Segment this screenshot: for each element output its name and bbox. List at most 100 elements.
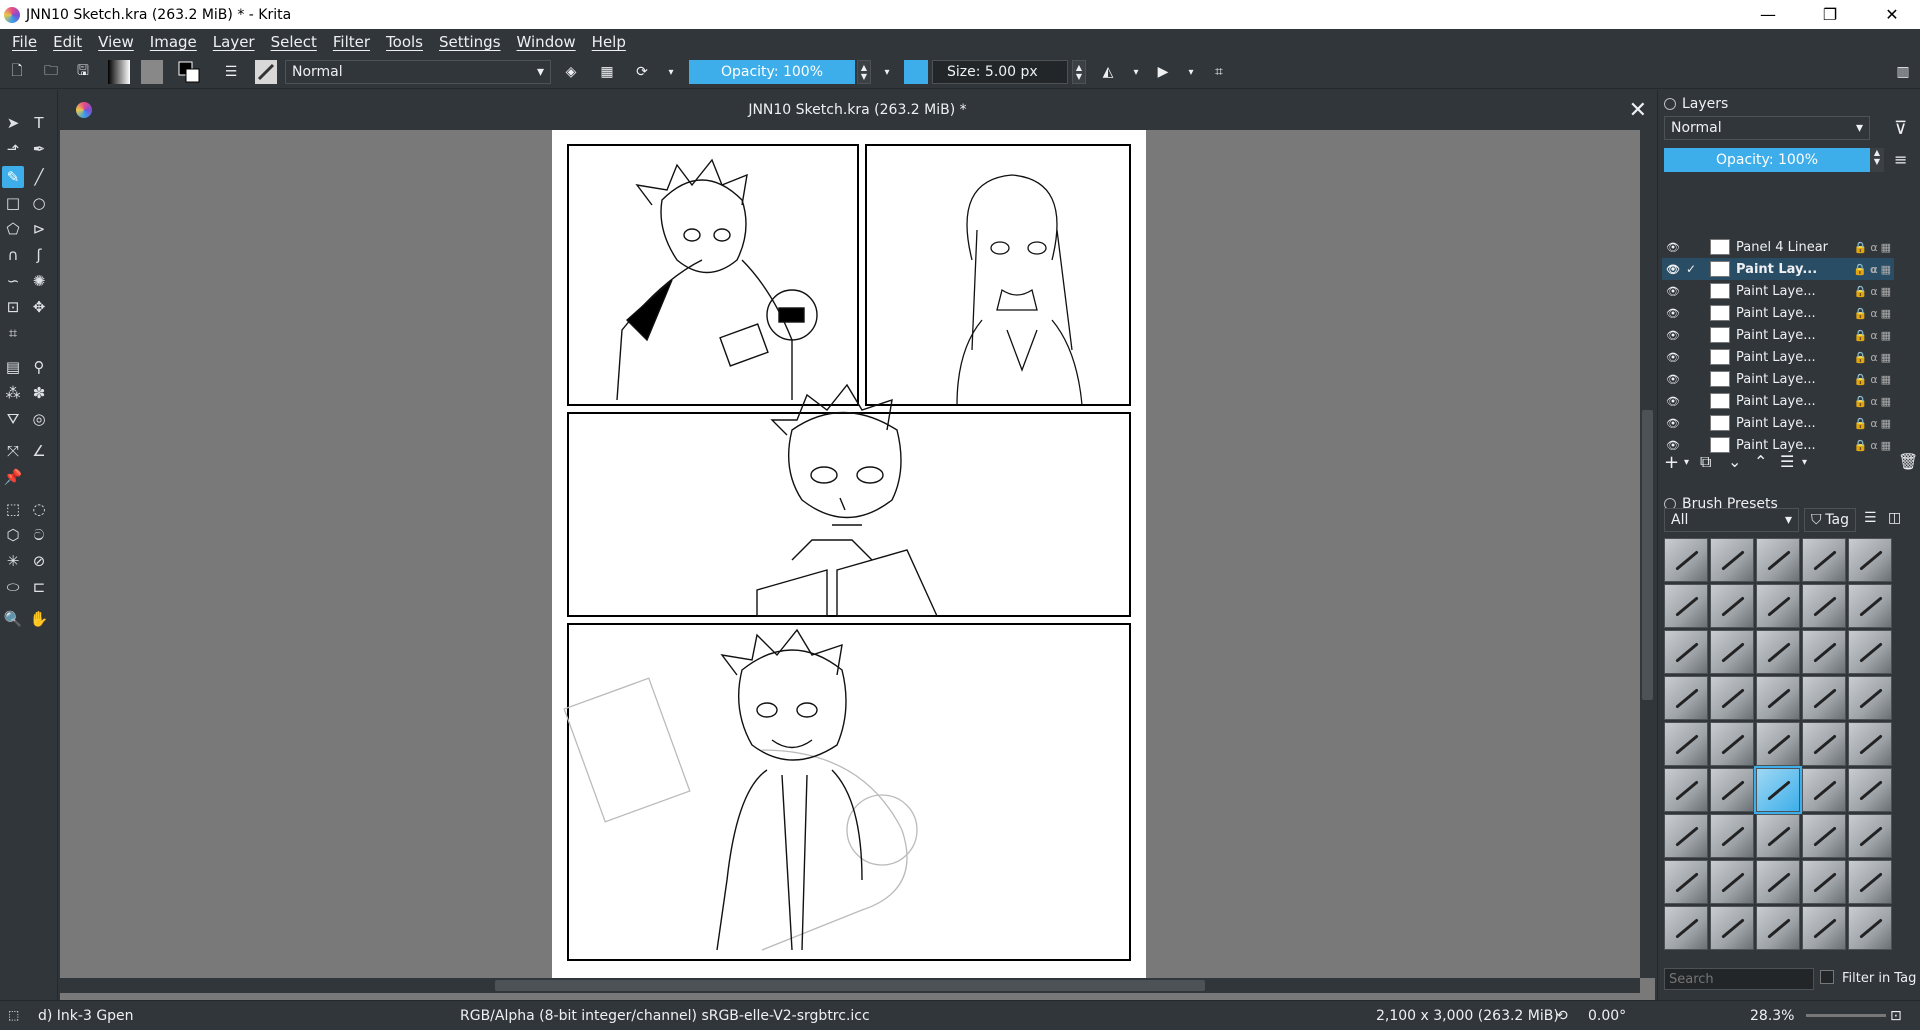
visibility-eye-icon[interactable]: 👁	[1666, 373, 1682, 386]
rotation-icon[interactable]: ⟲	[1556, 1008, 1568, 1024]
layer-properties-icons[interactable]: 🔒α▦	[1854, 373, 1894, 386]
workspace-icon[interactable]: ▥	[1892, 60, 1914, 84]
reload-icon[interactable]: ⟳	[631, 60, 653, 84]
contiguous-selection-tool-icon[interactable]: ✳	[2, 550, 24, 572]
brush-preset-item[interactable]	[1710, 722, 1754, 766]
layer-properties-icons[interactable]: 🔒α▦	[1854, 439, 1894, 452]
pan-tool-icon[interactable]: ✋	[28, 608, 50, 630]
layer-properties-icons[interactable]: 🔒α▦	[1854, 351, 1894, 364]
measure-tool-icon[interactable]: ∠	[28, 440, 50, 462]
filter-icon[interactable]: ⊽	[1894, 118, 1907, 139]
layer-row[interactable]: 👁 Paint Laye... 🔒α▦	[1662, 302, 1894, 324]
brush-preset-item[interactable]	[1710, 630, 1754, 674]
current-brush-name[interactable]: d) Ink-3 Gpen	[38, 1008, 134, 1024]
brush-preset-item[interactable]	[1802, 538, 1846, 582]
brush-preset-item[interactable]	[1802, 768, 1846, 812]
chevron-down-icon[interactable]: ▾	[876, 60, 898, 84]
layer-row[interactable]: 👁 ✓ Paint Lay... 🔒α▦	[1662, 258, 1894, 280]
selection-icon[interactable]: ⬚	[8, 1008, 19, 1022]
brush-preset-item[interactable]	[1848, 768, 1892, 812]
freehand-brush-tool-icon[interactable]: ✎	[2, 166, 24, 188]
brush-preset-item[interactable]	[1756, 538, 1800, 582]
polyline-tool-icon[interactable]: ⊳	[28, 218, 50, 240]
list-view-icon[interactable]: ☰	[1864, 510, 1877, 526]
layer-row[interactable]: 👁 Paint Laye... 🔒α▦	[1662, 324, 1894, 346]
multibrush-tool-icon[interactable]: ✺	[28, 270, 50, 292]
save-icon[interactable]: 🖫	[72, 60, 94, 84]
brush-preset-item[interactable]	[1756, 722, 1800, 766]
rectangular-selection-tool-icon[interactable]: ⬚	[2, 498, 24, 520]
brush-preset-item[interactable]	[1802, 906, 1846, 950]
brush-preset-item[interactable]	[1848, 860, 1892, 904]
layer-menu-icon[interactable]: ≡	[1894, 150, 1907, 169]
similar-selection-tool-icon[interactable]: ⊘	[28, 550, 50, 572]
brush-preset-item[interactable]	[1848, 814, 1892, 858]
layer-opacity-spinner[interactable]: ▲ ▼	[1870, 148, 1884, 172]
chevron-down-icon[interactable]: ▾	[1125, 60, 1147, 84]
chevron-down-icon[interactable]: ▾	[1180, 60, 1202, 84]
menu-settings[interactable]: Settings	[431, 33, 509, 51]
brush-search-input[interactable]	[1664, 968, 1814, 990]
menu-view[interactable]: View	[90, 33, 142, 51]
wrap-icon[interactable]: ⌗	[1208, 60, 1230, 84]
add-layer-icon[interactable]: +	[1664, 452, 1679, 473]
polygon-tool-icon[interactable]: ⬠	[2, 218, 24, 240]
menu-tools[interactable]: Tools	[378, 33, 431, 51]
edit-shapes-tool-icon[interactable]: ⬏	[2, 138, 24, 160]
layer-row[interactable]: 👁 Paint Laye... 🔒α▦	[1662, 280, 1894, 302]
tag-button[interactable]: ⛉ Tag	[1804, 508, 1856, 532]
size-slider[interactable]: Size: 5.00 px	[932, 60, 1068, 84]
brush-preset-item[interactable]	[1848, 676, 1892, 720]
size-spinner[interactable]: ▲ ▼	[1072, 60, 1086, 84]
brush-settings-icon[interactable]: ☰	[220, 60, 242, 84]
brush-preset-item[interactable]	[1848, 906, 1892, 950]
document-tab[interactable]: JNN10 Sketch.kra (263.2 MiB) * ✕	[60, 90, 1655, 130]
brush-preset-item[interactable]	[1664, 906, 1708, 950]
brush-preset-item[interactable]	[1756, 676, 1800, 720]
eraser-icon[interactable]: ◈	[560, 60, 582, 84]
brush-preset-item[interactable]	[1664, 768, 1708, 812]
layer-row[interactable]: 👁 Paint Laye... 🔒α▦	[1662, 412, 1894, 434]
menu-help[interactable]: Help	[584, 33, 634, 51]
gradient-tool-icon[interactable]: ▤	[2, 356, 24, 378]
brush-preset-item[interactable]	[1754, 766, 1802, 814]
layer-properties-icons[interactable]: 🔒α▦	[1854, 417, 1894, 430]
zoom-slider[interactable]	[1806, 1014, 1886, 1017]
opacity-spinner[interactable]: ▲ ▼	[857, 60, 871, 84]
bezier-selection-tool-icon[interactable]: ⬭	[2, 576, 24, 598]
brush-preset-item[interactable]	[1756, 814, 1800, 858]
layer-properties-icons[interactable]: 🔒α▦	[1854, 307, 1894, 320]
alpha-lock-icon[interactable]: ▦	[596, 60, 618, 84]
brush-preset-item[interactable]	[1802, 630, 1846, 674]
brush-preset-item[interactable]	[1710, 768, 1754, 812]
brush-preset-item[interactable]	[1710, 814, 1754, 858]
restore-button[interactable]: ❐	[1802, 0, 1858, 29]
delete-layer-icon[interactable]: 🗑	[1898, 452, 1918, 471]
layer-row[interactable]: 👁 Panel 4 Lineart 🔒α▦	[1662, 236, 1894, 258]
brush-preset-item[interactable]	[1756, 906, 1800, 950]
layer-properties-icons[interactable]: 🔒α▦	[1854, 285, 1894, 298]
brush-preset-item[interactable]	[1848, 538, 1892, 582]
freehand-selection-tool-icon[interactable]: ට	[28, 524, 50, 546]
brush-preset-item[interactable]	[1710, 860, 1754, 904]
move-tool-icon[interactable]: ✥	[28, 296, 50, 318]
menu-image[interactable]: Image	[142, 33, 205, 51]
brush-preset-item[interactable]	[1710, 538, 1754, 582]
menu-edit[interactable]: Edit	[45, 33, 90, 51]
layer-opacity-slider[interactable]: Opacity: 100%	[1664, 148, 1870, 172]
layer-properties-icons[interactable]: 🔒α▦	[1854, 329, 1894, 342]
brush-preset-item[interactable]	[1756, 630, 1800, 674]
layer-properties-icon[interactable]: ☰	[1780, 452, 1794, 471]
visibility-eye-icon[interactable]: 👁	[1666, 395, 1682, 408]
magnetic-selection-tool-icon[interactable]: ⊏	[28, 576, 50, 598]
size-color-swatch[interactable]	[904, 60, 928, 84]
blend-mode-select[interactable]: Normal ▾	[285, 60, 551, 84]
visibility-eye-icon[interactable]: 👁	[1666, 351, 1682, 364]
reference-images-tool-icon[interactable]: 📌	[2, 466, 24, 488]
layer-properties-icons[interactable]: 🔒α▦	[1854, 241, 1894, 254]
visibility-eye-icon[interactable]: 👁	[1666, 307, 1682, 320]
brush-preset-item[interactable]	[1664, 584, 1708, 628]
menu-filter[interactable]: Filter	[325, 33, 378, 51]
elliptical-selection-tool-icon[interactable]: ◌	[28, 498, 50, 520]
brush-preset-icon[interactable]	[255, 60, 277, 84]
